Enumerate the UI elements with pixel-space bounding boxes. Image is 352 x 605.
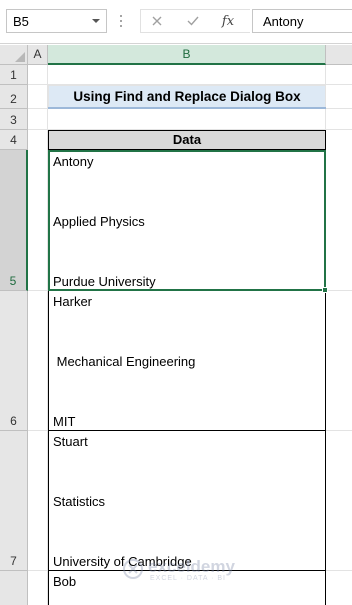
drag-handle-icon[interactable] [118,12,124,30]
title-underline [48,107,326,109]
cell-line: MIT [53,414,76,429]
row-header-3[interactable]: 3 [0,109,28,130]
formula-value: Antony [263,14,304,29]
watermark-tagline: EXCEL · DATA · BI [150,575,226,582]
formula-bar: B5 fx Antony [0,0,352,44]
row-header-8[interactable] [0,571,28,605]
cell-b4-header[interactable]: Data [48,130,326,150]
cell-line: Applied Physics [53,214,145,229]
column-header-c[interactable] [326,45,352,65]
watermark-logo: exceldemy EXCEL · DATA · BI [122,555,262,585]
row-header-7[interactable]: 7 [0,431,28,571]
cell-b6[interactable]: Harker Mechanical Engineering MIT [48,291,326,431]
select-all-icon [15,52,25,62]
enter-button[interactable] [182,11,204,31]
cancel-button[interactable] [146,11,168,31]
select-all-button[interactable] [0,45,28,65]
insert-function-button[interactable]: fx [217,11,239,31]
cell-b2-title[interactable]: Using Find and Replace Dialog Box [48,85,326,109]
name-box-value: B5 [13,14,29,29]
cell-line: Purdue University [53,274,156,289]
column-header-a[interactable]: A [28,45,48,65]
row-header-5[interactable]: 5 [0,150,28,291]
cell-b5[interactable]: Antony Applied Physics Purdue University [48,150,326,291]
cell-line: Mechanical Engineering [53,354,196,369]
formula-input[interactable]: Antony [252,9,352,33]
watermark-name: exceldemy [148,557,235,576]
exceldemy-logo-icon [123,559,143,579]
row-header-6[interactable]: 6 [0,291,28,431]
cell-b7[interactable]: Stuart Statistics University of Cambridg… [48,431,326,571]
row-header-1[interactable]: 1 [0,65,28,85]
name-box[interactable]: B5 [6,9,107,33]
row-header-4[interactable]: 4 [0,130,28,150]
cell-line: Bob [53,574,77,589]
cell-line: Harker [53,294,93,309]
row-header-2[interactable]: 2 [0,85,28,109]
column-header-b[interactable]: B [48,45,326,65]
chevron-down-icon[interactable] [90,14,102,28]
checkmark-icon [187,16,199,26]
cell-line: Stuart [53,434,88,449]
cell-line: Statistics [53,494,106,509]
close-icon [152,16,162,26]
cell-line: Antony [53,154,94,169]
